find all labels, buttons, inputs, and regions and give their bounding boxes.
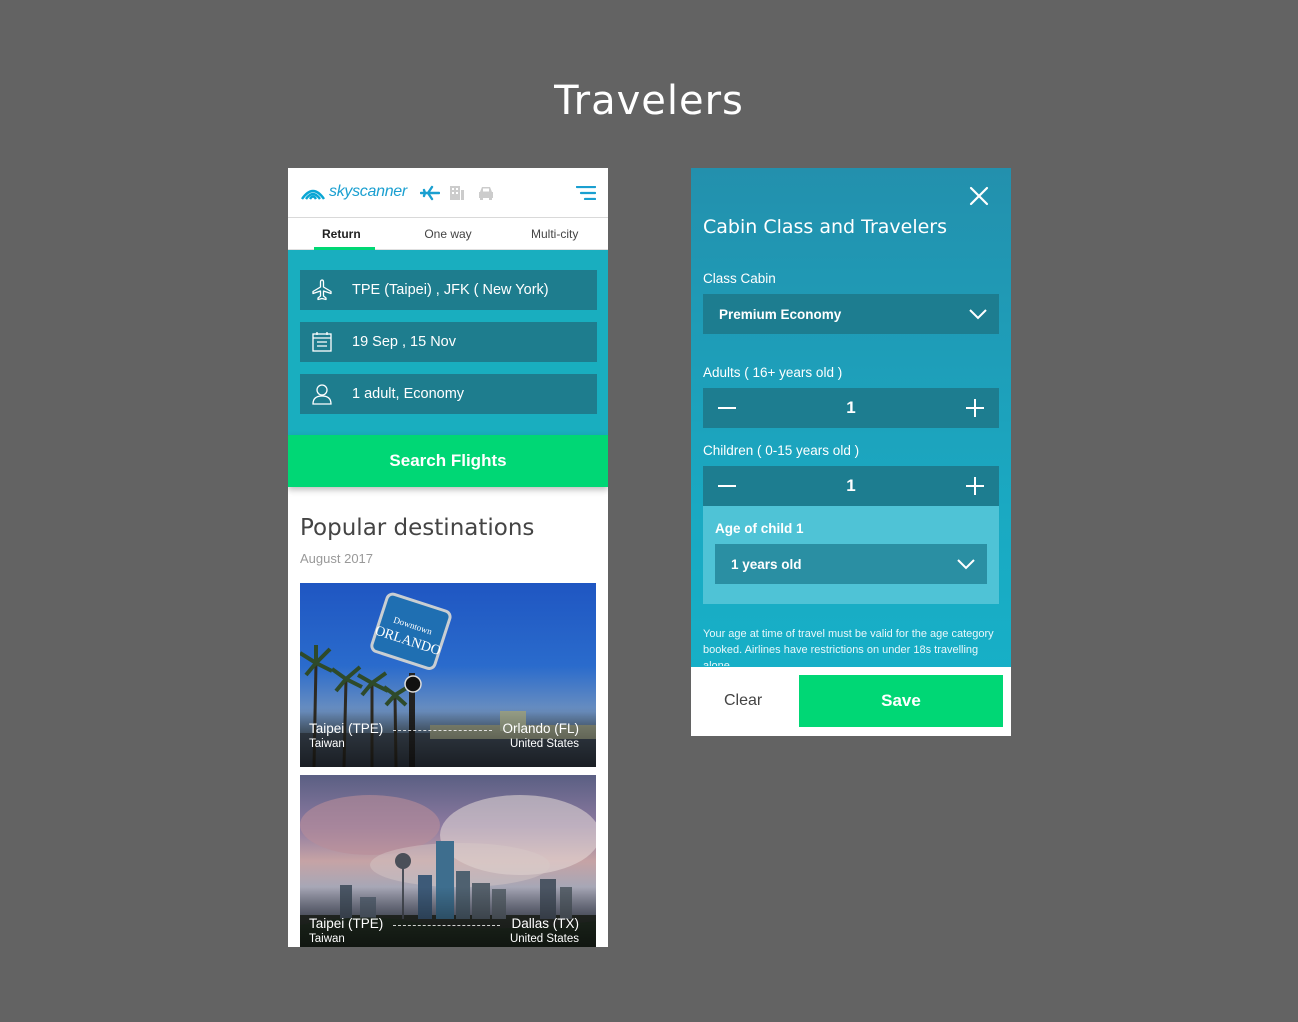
adults-count: 1 [846,398,856,417]
chevron-down-icon [957,559,975,570]
cabin-class-travelers-modal: Cabin Class and Travelers Class Cabin Pr… [691,168,1011,736]
tab-return[interactable]: Return [288,218,395,250]
children-count: 1 [846,476,856,495]
save-button[interactable]: Save [799,675,1003,727]
age-notice: Your age at time of travel must be valid… [703,628,994,666]
class-cabin-select[interactable]: Premium Economy [703,294,999,334]
modal-footer: Clear Save [691,667,1011,736]
adults-stepper: 1 [703,388,999,428]
hotels-icon[interactable] [448,184,466,202]
popular-destinations-date: August 2017 [300,551,374,566]
skyscanner-logo[interactable]: skyscanner [300,183,407,201]
origin-city: Taipei (TPE) [309,721,384,736]
route-text: TPE (Taipei) , JFK ( New York) [352,282,549,298]
car-hire-icon[interactable] [477,184,495,202]
child-age-label: Age of child 1 [715,521,804,536]
plus-icon[interactable] [965,398,985,418]
destination-city: Dallas (TX) [511,916,579,931]
page-title: Travelers [554,78,744,124]
class-cabin-label: Class Cabin [703,271,776,286]
origin-city: Taipei (TPE) [309,916,384,931]
destination-city: Orlando (FL) [502,721,579,736]
menu-icon[interactable] [576,186,596,200]
destination-country: United States [509,738,579,750]
route-dashed-line [393,730,493,731]
airplane-icon [300,278,344,302]
destination-card-orlando[interactable]: Downtown ORLANDO Taipei (TPE) Taiwan Orl… [300,583,596,767]
origin-country: Taiwan [309,738,345,750]
popular-destinations-title: Popular destinations [300,515,535,541]
plus-icon[interactable] [965,476,985,496]
modal-title: Cabin Class and Travelers [703,216,948,238]
child-age-panel: Age of child 1 1 years old [703,506,999,604]
destination-card-dallas[interactable]: Taipei (TPE) Taiwan Dallas (TX) United S… [300,775,596,947]
search-form: TPE (Taipei) , JFK ( New York) 19 Sep , … [288,250,608,435]
children-label: Children ( 0-15 years old ) [703,443,860,458]
brand-name: skyscanner [329,183,407,200]
top-bar: skyscanner [288,168,608,218]
route-info: Taipei (TPE) Taiwan Orlando (FL) United … [309,721,579,751]
search-screen: skyscanner Return One way Multi-city TPE… [288,168,608,947]
child-age-value: 1 years old [731,556,802,572]
travelers-text: 1 adult, Economy [352,386,465,402]
flights-icon[interactable] [420,184,440,202]
sunrise-logo-icon [301,189,325,200]
travelers-field[interactable]: 1 adult, Economy [300,374,597,414]
destination-country: United States [509,933,579,945]
dates-field[interactable]: 19 Sep , 15 Nov [300,322,597,362]
route-field[interactable]: TPE (Taipei) , JFK ( New York) [300,270,597,310]
tab-one-way[interactable]: One way [395,218,502,249]
close-icon[interactable] [967,184,991,208]
origin-country: Taiwan [309,933,345,945]
route-dashed-line [393,925,500,926]
dates-text: 19 Sep , 15 Nov [352,334,456,350]
trip-type-tabs: Return One way Multi-city [288,218,608,250]
tab-multi-city[interactable]: Multi-city [501,218,608,249]
clear-button[interactable]: Clear [724,692,762,710]
children-stepper: 1 [703,466,999,506]
child-age-select[interactable]: 1 years old [715,544,987,584]
route-info: Taipei (TPE) Taiwan Dallas (TX) United S… [309,916,579,946]
adults-label: Adults ( 16+ years old ) [703,365,843,380]
calendar-icon [300,331,344,353]
class-cabin-value: Premium Economy [719,306,842,322]
person-icon [300,383,344,405]
search-flights-button[interactable]: Search Flights [288,435,608,487]
chevron-down-icon [969,309,987,320]
